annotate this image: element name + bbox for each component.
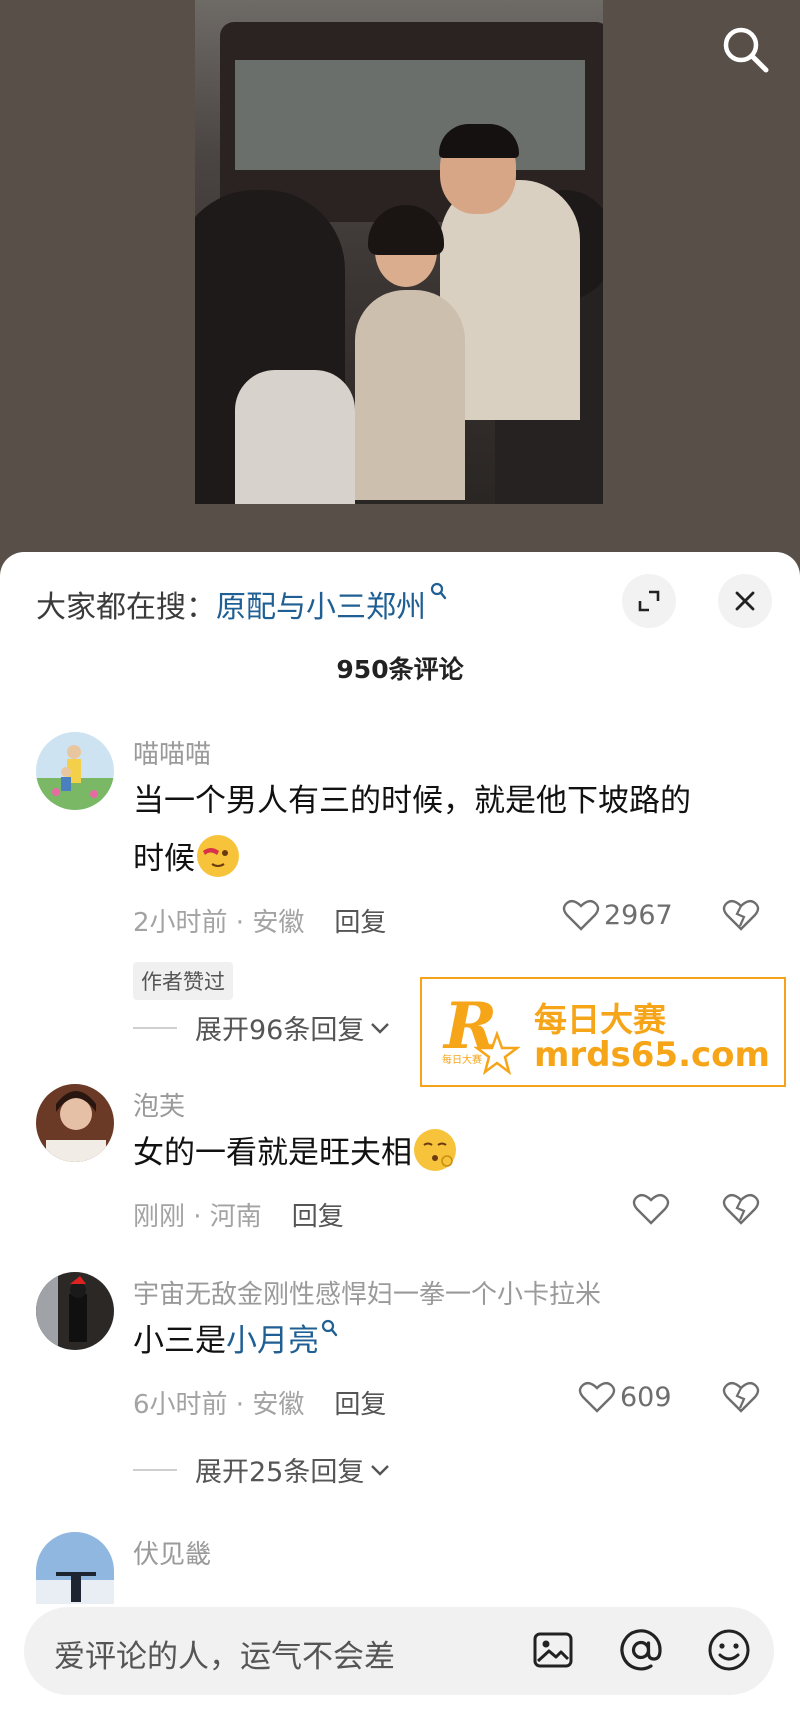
comment-time-location: 6小时前 · 安徽 [133,1390,305,1420]
expand-replies-label: 展开25条回复 [195,1457,365,1488]
video-frame[interactable] [195,0,603,504]
comment-text-segment: 女的一看就是旺夫相 [133,1135,412,1171]
dislike-button[interactable] [722,898,760,936]
comment-item: 宇宙无敌金刚性感悍妇一拳一个小卡拉米 小三是小月亮 6小时前 · 安徽 回复 60… [0,1272,800,1532]
comment-link[interactable]: 小月亮 [226,1323,319,1359]
like-count: 609 [620,1381,672,1413]
like-count: 2967 [604,899,673,931]
comment-input[interactable]: 爱评论的人，运气不会差 [24,1607,774,1695]
broken-heart-icon [722,1193,760,1225]
photo-coat [235,370,355,504]
emoji-icon [197,835,239,877]
avatar[interactable] [36,1272,114,1350]
comment-meta: 刚刚 · 河南 回复 [133,1196,344,1233]
expand-replies[interactable]: 展开25条回复 [133,1450,392,1489]
reply-button[interactable]: 回复 [292,1202,344,1232]
comment-text-segment: 小三是 [133,1323,226,1359]
expand-replies[interactable]: 展开96条回复 [133,1008,392,1047]
comment-time-location: 刚刚 · 河南 [133,1202,262,1232]
comment-meta: 2小时前 · 安徽 回复 [133,902,386,939]
photo-bus-window [235,60,585,170]
comment-author[interactable]: 喵喵喵 [133,734,211,771]
trending-prefix: 大家都在搜： [36,590,216,625]
divider [133,1468,177,1471]
divider [133,1026,177,1029]
search-small-icon [430,582,448,607]
watermark-title: 每日大赛 [534,1000,666,1039]
heart-icon [632,1193,670,1225]
comment-item: 伏见畿 [0,1532,800,1612]
chevron-down-icon [371,1022,390,1034]
heart-icon [562,899,600,931]
watermark-small: 每日大赛 [442,1055,482,1066]
comment-text-segment: 时候 [133,841,195,877]
comment-text-line: 当一个男人有三的时候，就是他下坡路的 [133,783,691,819]
comment-meta: 6小时前 · 安徽 回复 [133,1384,386,1421]
avatar[interactable] [36,1532,114,1604]
avatar[interactable] [36,1084,114,1162]
comment-text: 小三是小月亮 [133,1312,753,1370]
comment-author[interactable]: 伏见畿 [133,1534,211,1571]
search-icon[interactable] [718,22,774,78]
comment-text: 女的一看就是旺夫相 [133,1124,753,1182]
video-area[interactable] [0,0,800,560]
comment-text: 当一个男人有三的时候，就是他下坡路的 时候 [133,772,753,888]
avatar[interactable] [36,732,114,810]
comment-author[interactable]: 宇宙无敌金刚性感悍妇一拳一个小卡拉米 [133,1274,601,1311]
emoji-picker-icon[interactable] [704,1625,754,1675]
chevron-down-icon [371,1464,390,1476]
comment-item: 泡芙 女的一看就是旺夫相 刚刚 · 河南 回复 [0,1084,800,1244]
comment-count: 950条评论 [336,655,464,684]
heart-icon [578,1381,616,1413]
watermark-url: mrds65.com [534,1035,770,1075]
close-icon [735,591,755,611]
watermark: R 每日大赛 每日大赛 mrds65.com [420,977,786,1087]
dislike-button[interactable] [722,1380,760,1418]
like-button[interactable] [632,1192,674,1226]
photo-woman [355,290,465,500]
like-button[interactable]: 2967 [562,898,673,932]
mention-icon[interactable] [616,1625,666,1675]
trending-search[interactable]: 大家都在搜： 原配与小三郑州 [36,582,448,626]
broken-heart-icon [722,1381,760,1413]
image-icon[interactable] [528,1625,578,1675]
emoji-icon [414,1129,456,1171]
reply-button[interactable]: 回复 [334,1390,386,1420]
author-liked-tag: 作者赞过 [133,962,233,1000]
search-small-icon [321,1311,339,1347]
broken-heart-icon [722,899,760,931]
close-button[interactable] [718,574,772,628]
expand-replies-label: 展开96条回复 [195,1015,365,1046]
comment-sheet: 大家都在搜： 原配与小三郑州 950条评论 喵喵喵 当一个男人有三的时候，就是他… [0,552,800,1715]
dislike-button[interactable] [722,1192,760,1230]
comment-input-placeholder: 爱评论的人，运气不会差 [54,1639,395,1675]
like-button[interactable]: 609 [578,1380,672,1414]
comment-text-line: 时候 [133,830,753,888]
expand-icon [638,590,660,612]
comment-author[interactable]: 泡芙 [133,1086,185,1123]
reply-button[interactable]: 回复 [334,908,386,938]
trending-query-link[interactable]: 原配与小三郑州 [216,582,426,626]
comment-time-location: 2小时前 · 安徽 [133,908,305,938]
photo-man-hair [439,124,519,158]
expand-button[interactable] [622,574,676,628]
